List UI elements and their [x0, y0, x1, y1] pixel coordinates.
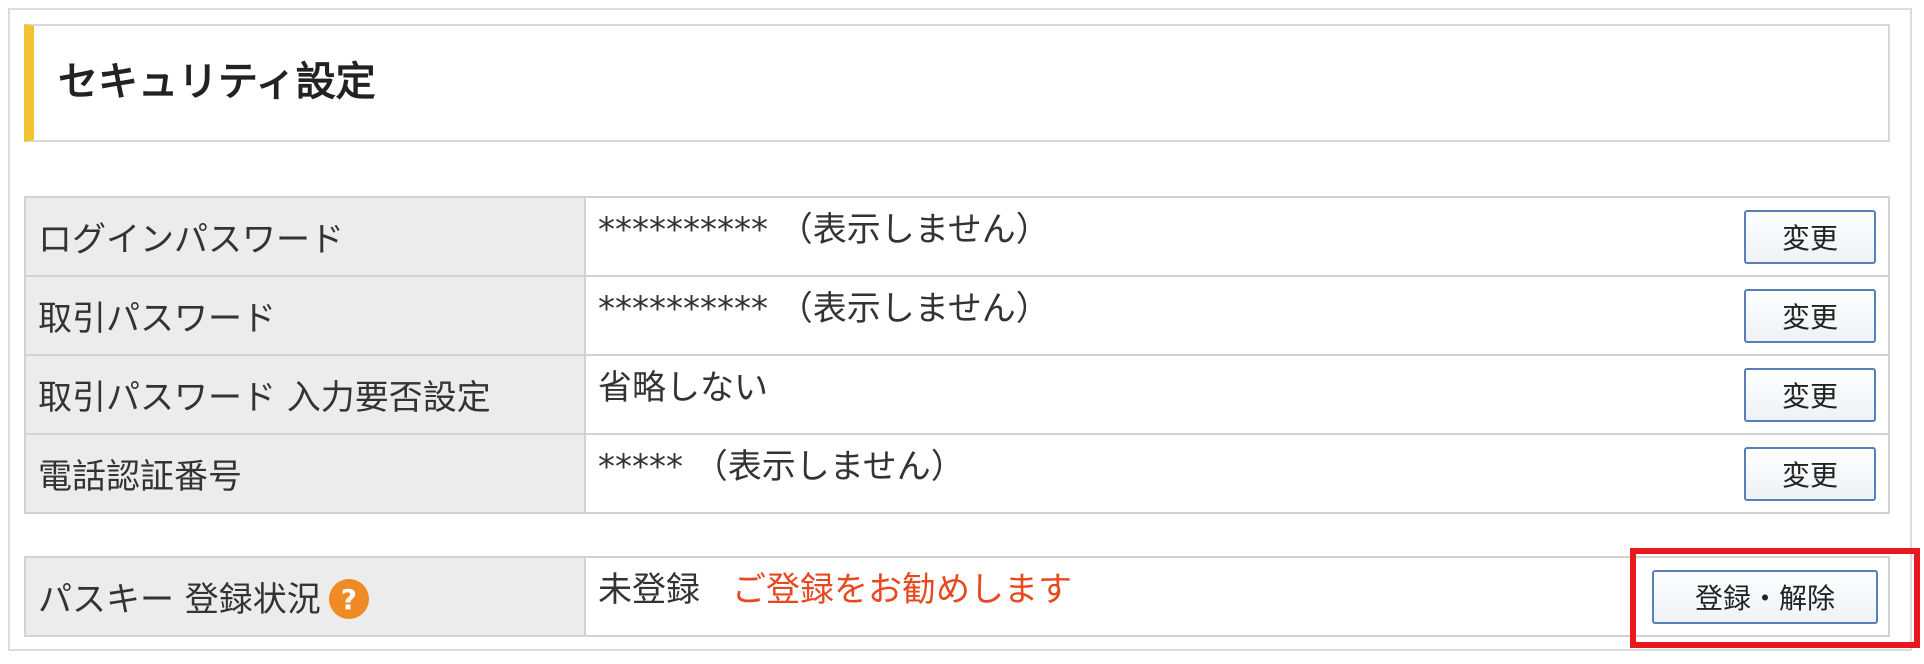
- row-label: 取引パスワード: [24, 275, 586, 356]
- passkey-value-cell: 未登録 ご登録をお勧めします 登録・解除: [584, 556, 1890, 637]
- row-label: ログインパスワード: [24, 196, 586, 277]
- row-value: ********** （表示しません）: [598, 210, 1050, 250]
- row-label: 電話認証番号: [24, 433, 586, 514]
- section-title: セキュリティ設定: [58, 59, 376, 105]
- passkey-label-cell: パスキー 登録状況?: [24, 556, 586, 637]
- change-trade-password-button[interactable]: 変更: [1744, 289, 1876, 343]
- row-value-cell: ********** （表示しません） 変更: [584, 275, 1890, 356]
- change-input-setting-button[interactable]: 変更: [1744, 368, 1876, 422]
- passkey-label: パスキー 登録状況: [38, 579, 321, 620]
- row-label: 取引パスワード 入力要否設定: [24, 354, 586, 435]
- table-row-trade-password-input-setting: 取引パスワード 入力要否設定 省略しない 変更: [24, 354, 1890, 435]
- passkey-status: 未登録: [598, 570, 700, 610]
- security-settings-table: ログインパスワード ********** （表示しません） 変更 取引パスワード…: [24, 196, 1890, 514]
- change-login-password-button[interactable]: 変更: [1744, 210, 1876, 264]
- passkey-table: パスキー 登録状況? 未登録 ご登録をお勧めします 登録・解除: [24, 556, 1890, 637]
- table-row-passkey: パスキー 登録状況? 未登録 ご登録をお勧めします 登録・解除: [24, 556, 1890, 637]
- row-value: ********** （表示しません）: [598, 289, 1050, 329]
- change-phone-auth-button[interactable]: 変更: [1744, 447, 1876, 501]
- table-row-login-password: ログインパスワード ********** （表示しません） 変更: [24, 196, 1890, 277]
- help-icon[interactable]: ?: [328, 579, 369, 620]
- row-value-cell: ***** （表示しません） 変更: [584, 433, 1890, 514]
- table-row-phone-auth-number: 電話認証番号 ***** （表示しません） 変更: [24, 433, 1890, 514]
- table-row-trade-password: 取引パスワード ********** （表示しません） 変更: [24, 275, 1890, 356]
- row-value: 省略しない: [598, 368, 768, 408]
- row-value-cell: ********** （表示しません） 変更: [584, 196, 1890, 277]
- row-value-cell: 省略しない 変更: [584, 354, 1890, 435]
- passkey-register-remove-button[interactable]: 登録・解除: [1652, 570, 1878, 624]
- row-value: ***** （表示しません）: [598, 447, 965, 487]
- recommend-text: ご登録をお勧めします: [732, 570, 1072, 610]
- passkey-status-line: 未登録 ご登録をお勧めします: [598, 570, 1072, 610]
